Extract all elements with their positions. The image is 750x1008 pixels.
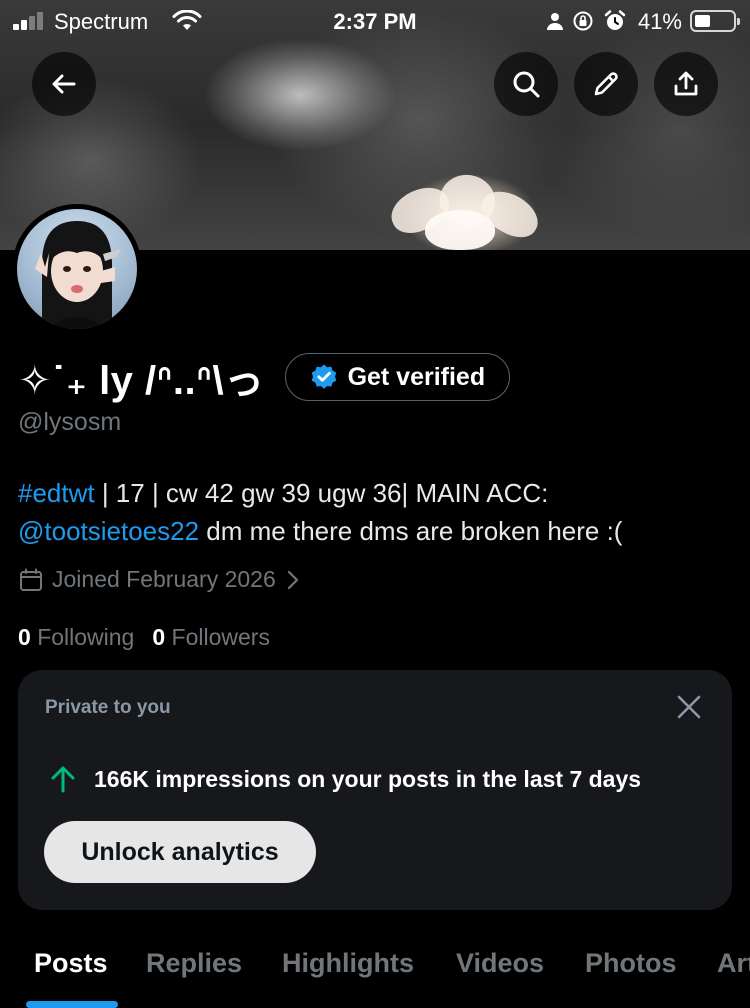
search-icon xyxy=(513,71,540,98)
following-label: Following xyxy=(37,624,135,650)
edit-profile-button[interactable] xyxy=(574,52,638,116)
bio-text-end: dm me there dms are broken here :( xyxy=(199,516,623,546)
tab-videos[interactable]: Videos xyxy=(456,948,544,979)
get-verified-button[interactable]: Get verified xyxy=(284,353,511,401)
orientation-lock-icon xyxy=(573,11,593,31)
banner-flower xyxy=(380,170,550,250)
bio-hashtag-link[interactable]: #edtwt xyxy=(18,478,95,508)
joined-date-row[interactable]: Joined February 2026 xyxy=(18,566,308,593)
following-count: 0 xyxy=(18,624,31,650)
bio-text: | 17 | cw 42 gw 39 ugw 36| MAIN ACC: xyxy=(94,478,549,508)
search-button[interactable] xyxy=(494,52,558,116)
share-button[interactable] xyxy=(654,52,718,116)
unlock-analytics-button[interactable]: Unlock analytics xyxy=(44,821,316,883)
arrow-up-icon xyxy=(51,766,75,793)
calendar-icon xyxy=(20,568,42,591)
followers-label: Followers xyxy=(171,624,270,650)
followers-link[interactable]: 0 Followers xyxy=(152,624,270,651)
avatar-photo xyxy=(17,209,137,329)
profile-tabs: Posts Replies Highlights Videos Photos A… xyxy=(0,935,750,1008)
tab-photos[interactable]: Photos xyxy=(585,948,677,979)
close-icon[interactable] xyxy=(674,692,704,722)
follow-stats: 0 Following 0 Followers xyxy=(18,624,270,651)
status-bar: Spectrum 2:37 PM 41% xyxy=(0,0,750,44)
person-icon xyxy=(547,13,563,30)
tab-replies[interactable]: Replies xyxy=(146,948,242,979)
private-analytics-card: Private to you 166K impressions on your … xyxy=(18,670,732,910)
get-verified-label: Get verified xyxy=(347,362,486,391)
private-card-title: Private to you xyxy=(45,697,171,718)
following-link[interactable]: 0 Following xyxy=(18,624,134,651)
arrow-left-icon xyxy=(52,74,76,94)
battery-icon xyxy=(690,10,740,32)
impressions-row: 166K impressions on your posts in the la… xyxy=(48,764,641,794)
share-icon xyxy=(674,71,698,96)
profile-bio: #edtwt | 17 | cw 42 gw 39 ugw 36| MAIN A… xyxy=(18,474,730,550)
chevron-right-icon xyxy=(287,570,298,589)
battery-percent: 41% xyxy=(637,9,682,34)
joined-date: Joined February 2026 xyxy=(52,566,276,592)
back-button[interactable] xyxy=(32,52,96,116)
display-name: ✧˙₊ ly /ᐢ..ᐢ\っ xyxy=(18,359,265,403)
avatar[interactable] xyxy=(12,204,142,334)
battery-fill xyxy=(695,15,710,27)
followers-count: 0 xyxy=(152,624,166,650)
impressions-text: 166K impressions on your posts in the la… xyxy=(94,765,642,792)
alarm-icon xyxy=(604,10,626,30)
name-row: ✧˙₊ ly /ᐢ..ᐢ\っ Get verified xyxy=(18,352,511,403)
pencil-icon xyxy=(594,72,618,96)
verified-badge-icon xyxy=(311,364,336,389)
profile-handle: @lysosm xyxy=(18,408,122,436)
tab-articles[interactable]: Articles xyxy=(717,948,750,979)
tab-posts[interactable]: Posts xyxy=(34,948,108,979)
bio-mention-link[interactable]: @tootsietoes22 xyxy=(18,516,199,546)
tab-highlights[interactable]: Highlights xyxy=(282,948,414,979)
active-tab-indicator xyxy=(26,1001,118,1008)
